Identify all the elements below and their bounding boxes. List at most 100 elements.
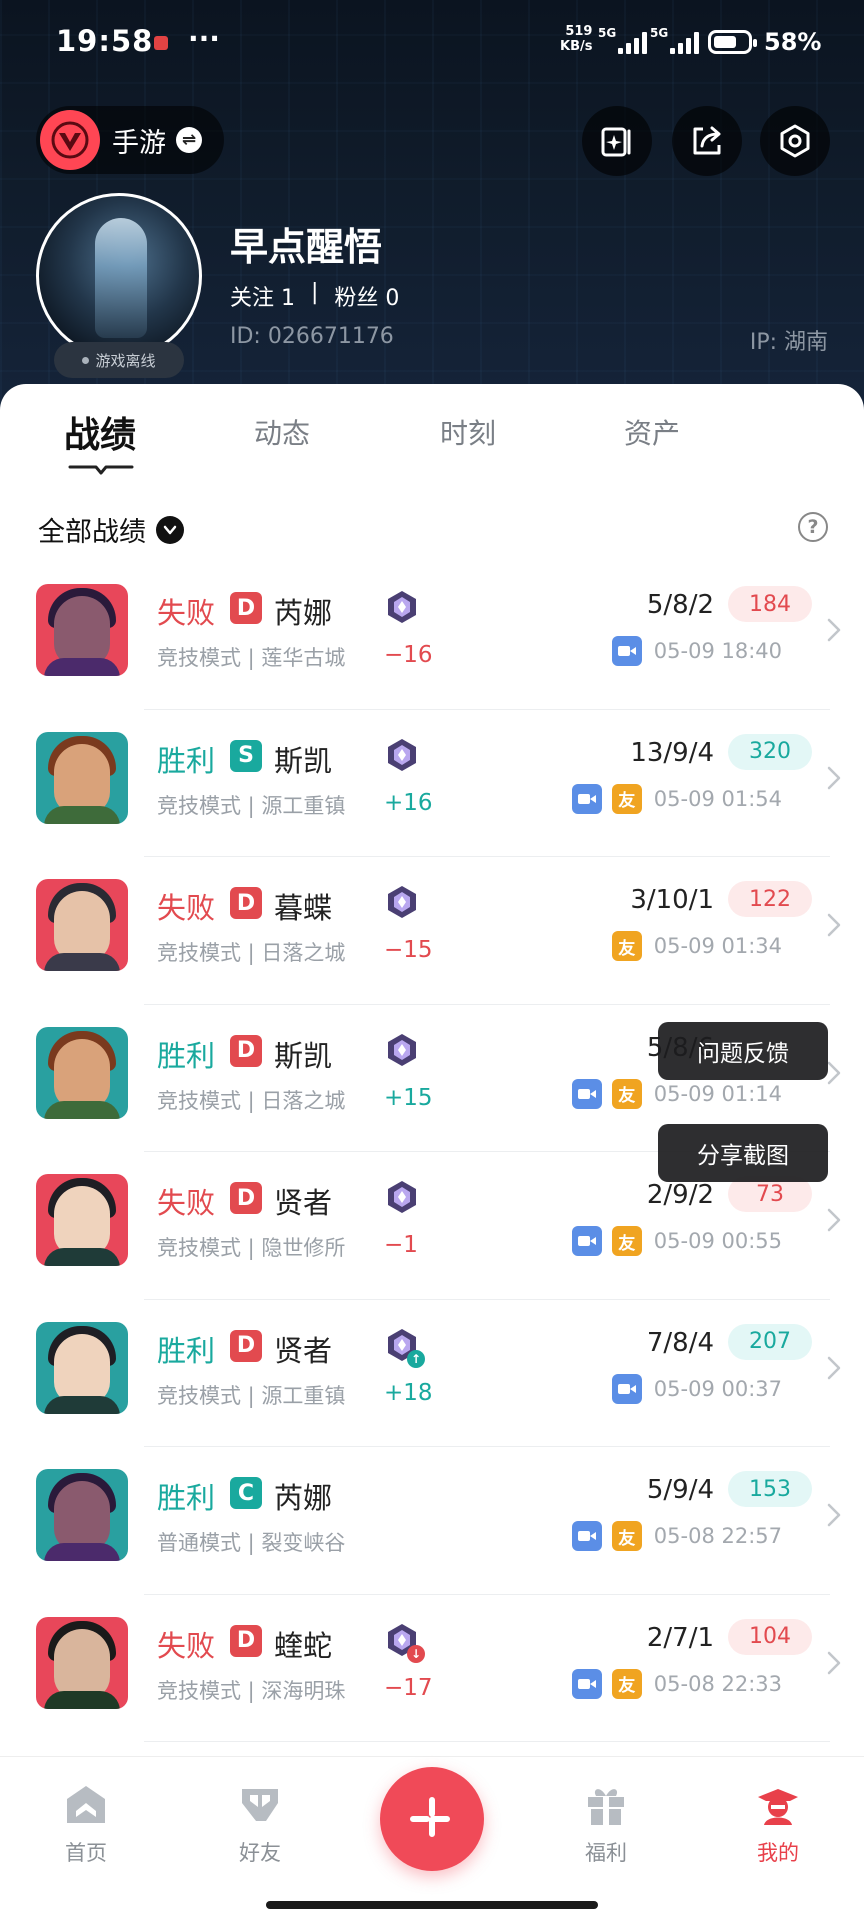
kda: 2/7/1 [646,1622,714,1653]
video-icon[interactable] [571,1668,602,1699]
video-icon[interactable] [571,783,602,814]
fans-count[interactable]: 粉丝 0 [334,280,399,312]
performance-grade: D [230,887,262,919]
kda: 3/10/1 [630,885,714,915]
game-status-badge: 游戏离线 [54,342,184,378]
combat-score: 153 [728,1471,812,1507]
follow-stats: 关注 1 | 粉丝 0 [230,280,399,312]
more-notifications-icon: ··· [188,22,220,55]
video-icon[interactable] [611,1373,642,1404]
help-icon[interactable]: ? [798,512,828,542]
agent-face [54,1481,110,1551]
match-row[interactable]: 失败 D 芮娜 竞技模式 | 莲华古城 −16 5/8/2 184 05-09 18:40 [0,562,864,710]
match-row[interactable]: 胜利 D 贤者 竞技模式 | 源工重镇 ↑ +18 7/8/4 207 05-09 00:3… [0,1300,864,1448]
match-meta: 友 05-08 22:57 [571,1521,782,1551]
match-row[interactable]: 失败 D 蝰蛇 竞技模式 | 深海明珠 ↓ −17 2/7/1 104 友 05-08 22:… [0,1595,864,1743]
rank-icon: ↑ [385,1328,425,1368]
status-bar: 19:58 ··· 519 KB/s 5G 5G 58% [0,0,864,86]
agent-portrait [36,731,128,824]
user-id: ID: 026671176 [230,324,394,349]
tab-moments[interactable]: 时刻 [440,412,496,452]
nav-home[interactable]: 首页 [36,1781,136,1867]
game-switch-label: 手游 [112,127,166,159]
share-screenshot-menu-item[interactable]: 分享截图 [658,1124,828,1182]
match-row[interactable]: 失败 D 暮蝶 竞技模式 | 日落之城 −15 3/10/1 122 友 05-09 01:3… [0,857,864,1005]
signal-label-1: 5G [598,26,617,40]
nav-home-label: 首页 [65,1841,107,1865]
battery-icon [708,30,757,54]
video-icon[interactable] [571,1521,602,1551]
battery-percent: 58% [764,28,822,56]
chevron-right-icon [827,1208,841,1232]
kda: 7/8/4 [646,1327,714,1358]
video-icon[interactable] [571,1078,602,1109]
rank-icon [385,590,419,624]
agent-name: 斯凯 [274,1038,333,1073]
agent-face [54,1038,110,1109]
match-result: 失败 [157,596,216,630]
profile-header: 19:58 ··· 519 KB/s 5G 5G 58% 手游 ⇌ 游戏离线 早… [0,0,864,420]
rank-icon [385,738,419,772]
agent-face [54,1628,110,1699]
match-meta: 友 05-09 00:55 [571,1226,782,1256]
agent-name: 斯凯 [274,743,333,778]
video-icon[interactable] [611,636,642,666]
follow-separator: | [311,280,319,305]
rank-up-icon: ↑ [407,1349,425,1368]
combat-score: 104 [728,1618,812,1655]
record-filter-dropdown[interactable]: 全部战绩 [38,510,184,549]
tab-assets[interactable]: 资产 [624,412,680,452]
kda: 13/9/4 [630,737,714,768]
nav-friends-label: 好友 [239,1841,281,1865]
combat-score: 320 [728,733,812,770]
match-mode-map: 竞技模式 | 隐世修所 [157,1236,346,1260]
user-avatar[interactable] [36,193,202,359]
friend-badge: 友 [611,1078,642,1109]
match-mode-map: 竞技模式 | 日落之城 [157,1088,346,1113]
following-count[interactable]: 关注 1 [230,280,295,312]
game-status-text: 游戏离线 [95,351,156,370]
match-mode-map: 竞技模式 | 源工重镇 [157,793,346,818]
friend-badge: 友 [611,931,642,961]
nav-welfare-label: 福利 [585,1841,627,1865]
nav-friends[interactable]: 好友 [210,1781,310,1867]
avatar-figure [95,218,147,338]
match-row[interactable]: 胜利 S 斯凯 竞技模式 | 源工重镇 +16 13/9/4 320 友 05-09 01:5… [0,710,864,858]
match-time: 05-09 00:55 [653,1229,782,1253]
home-indicator [266,1901,598,1909]
rank-delta: −16 [384,642,433,668]
game-switch-button[interactable]: 手游 ⇌ [36,106,224,174]
settings-button[interactable] [760,106,830,176]
match-result: 失败 [157,891,216,925]
performance-grade: C [230,1477,262,1509]
video-icon[interactable] [571,1226,602,1256]
agent-name: 芮娜 [274,1481,333,1515]
agent-body [44,953,120,971]
create-post-button[interactable] [380,1767,484,1871]
performance-grade: D [230,592,262,624]
performance-grade: D [230,1182,262,1214]
agent-portrait [36,1321,128,1414]
tab-record[interactable]: 战绩 [64,406,136,458]
match-result: 失败 [157,1628,216,1663]
notification-icon [154,36,168,50]
match-row[interactable]: 胜利 C 芮娜 普通模式 | 裂变峡谷 5/9/4 153 友 05-08 22:57 [0,1447,864,1595]
chevron-right-icon [827,913,841,937]
feedback-menu-item[interactable]: 问题反馈 [658,1022,828,1080]
performance-grade: S [230,739,262,772]
card-button[interactable] [582,106,652,176]
match-result: 失败 [157,1186,216,1220]
share-button[interactable] [672,106,742,176]
me-agent-icon [758,1789,798,1825]
agent-body [44,1690,120,1709]
nav-me[interactable]: 我的 [728,1781,828,1867]
agent-portrait [36,1174,128,1266]
tab-feed[interactable]: 动态 [254,412,310,452]
rank-delta: −17 [384,1674,433,1701]
nav-welfare[interactable]: 福利 [556,1781,656,1867]
content-sheet: 战绩 动态 时刻 资产 全部战绩 ? 失败 D 芮娜 竞技模式 | 莲华古城 −… [0,384,864,1756]
combat-score: 122 [728,881,812,917]
agent-name: 暮蝶 [274,891,333,925]
agent-name: 贤者 [274,1333,333,1368]
tab-active-indicator [68,465,134,475]
